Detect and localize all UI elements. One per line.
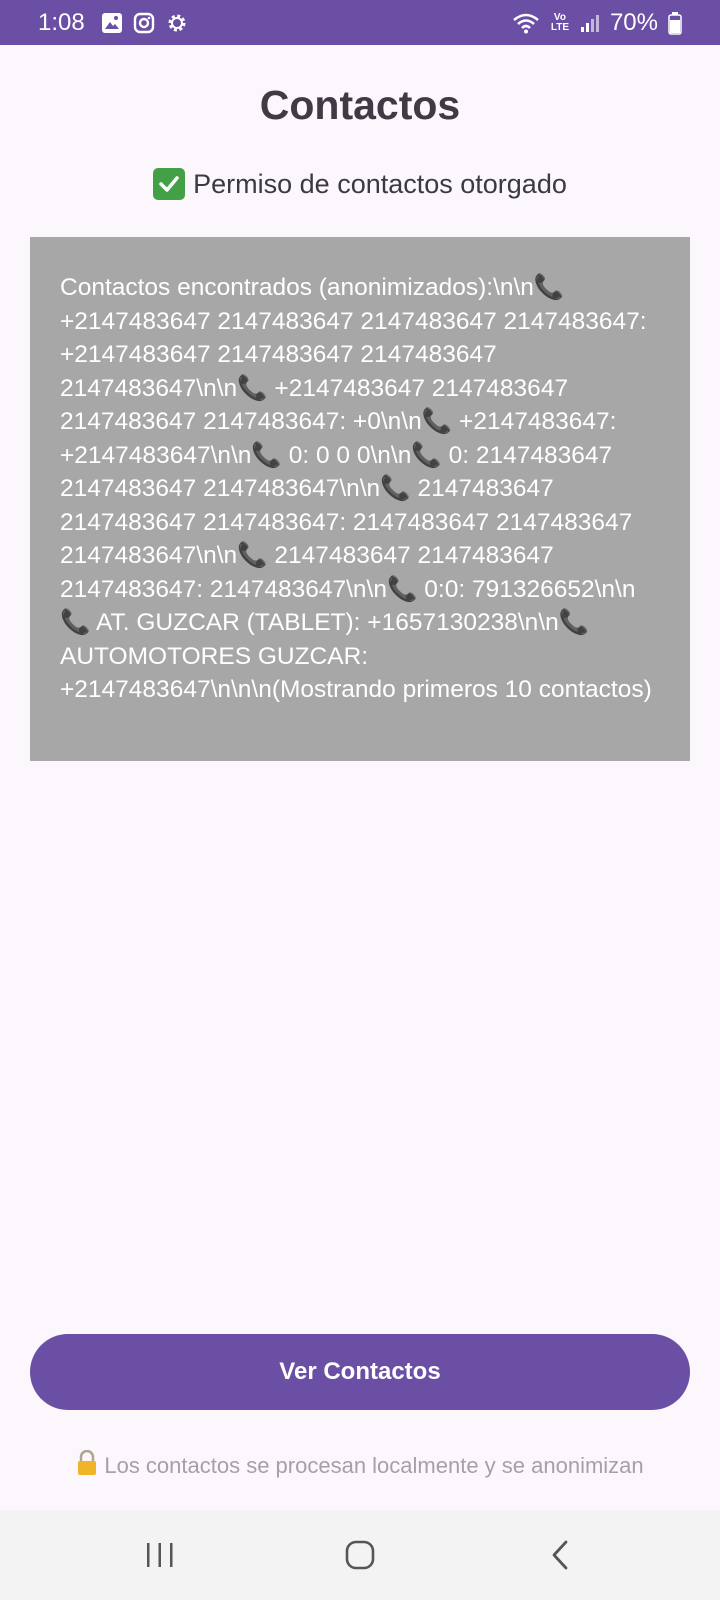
recent-apps-icon: [147, 1543, 173, 1567]
signal-icon: [580, 13, 600, 33]
privacy-note-text: Los contactos se procesan localmente y s…: [104, 1453, 644, 1478]
recent-apps-button[interactable]: [120, 1525, 200, 1585]
clock: 1:08: [38, 8, 85, 36]
status-bar: 1:08 Vo LTE 70%: [0, 0, 720, 45]
wifi-icon: [512, 12, 540, 34]
privacy-note: Los contactos se procesan localmente y s…: [0, 1449, 720, 1482]
check-mark-icon: [153, 168, 186, 200]
lock-icon: [76, 1449, 98, 1482]
contacts-output-box: Contactos encontrados (anonimizados):\n\…: [30, 237, 690, 761]
back-button[interactable]: [520, 1525, 600, 1585]
gallery-icon: [101, 12, 123, 34]
permission-text: Permiso de contactos otorgado: [193, 168, 567, 199]
contacts-output-text: Contactos encontrados (anonimizados):\n\…: [60, 274, 654, 703]
back-chevron-icon: [552, 1540, 568, 1570]
system-navigation-bar: [0, 1510, 720, 1600]
battery-icon: [668, 11, 682, 35]
view-contacts-button[interactable]: Ver Contactos: [30, 1334, 690, 1410]
home-icon: [345, 1540, 375, 1570]
status-bar-right: Vo LTE 70%: [512, 9, 682, 37]
instagram-icon: [133, 12, 155, 34]
page-title: Contactos: [259, 82, 461, 128]
battery-percentage: 70%: [609, 8, 658, 36]
permission-status: Permiso de contactos otorgado: [0, 168, 720, 200]
home-button[interactable]: [320, 1525, 400, 1585]
settings-gear-icon: [165, 11, 189, 35]
status-bar-left: 1:08: [38, 9, 189, 37]
volte-indicator: Vo LTE: [550, 11, 570, 33]
